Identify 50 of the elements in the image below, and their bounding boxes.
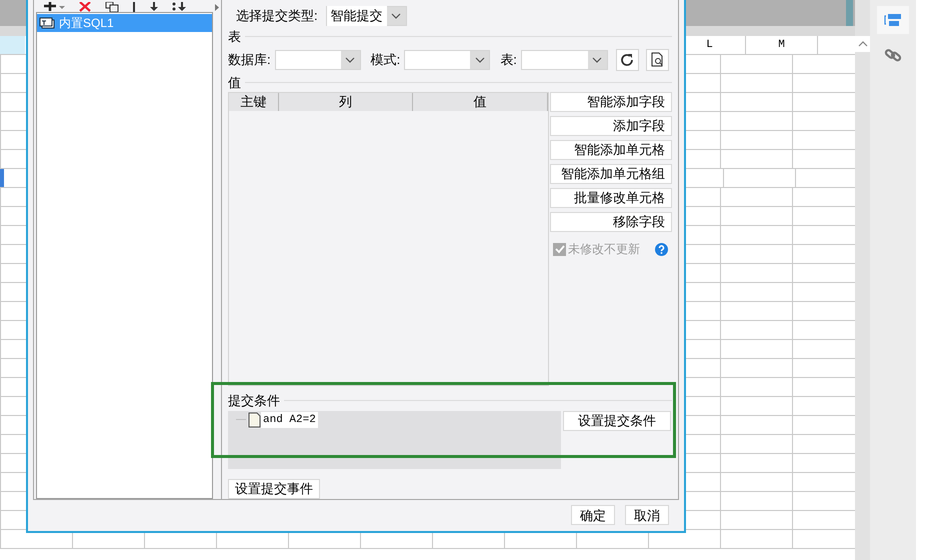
table-icon bbox=[39, 17, 55, 29]
set-condition-button[interactable]: 设置提交条件 bbox=[563, 410, 671, 430]
caret-icon bbox=[474, 56, 485, 62]
panel-icon bbox=[884, 13, 902, 27]
scroll-up-icon[interactable] bbox=[858, 41, 868, 47]
delete-icon[interactable] bbox=[79, 2, 92, 12]
selected-cell[interactable] bbox=[0, 169, 4, 187]
down-arrow-icon[interactable] bbox=[149, 2, 159, 12]
bar-marker bbox=[846, 0, 853, 26]
caret-icon bbox=[391, 13, 402, 19]
copy-icon[interactable] bbox=[105, 2, 119, 12]
checkbox-label: 未修改不更新 bbox=[568, 241, 640, 258]
column-header: 主键 bbox=[229, 93, 279, 111]
column-header: 值 bbox=[413, 93, 548, 111]
highlighted-header-cell bbox=[0, 36, 25, 54]
help-icon[interactable] bbox=[655, 242, 668, 256]
sidebar-tab[interactable] bbox=[877, 6, 909, 34]
field-label: 模式: bbox=[370, 50, 400, 69]
tree-item-label: 内置SQL1 bbox=[59, 15, 114, 32]
document-search-icon bbox=[650, 52, 664, 67]
dropdown-field[interactable] bbox=[404, 50, 490, 70]
section-title: 提交条件 bbox=[228, 392, 280, 410]
section-title: 表 bbox=[228, 28, 241, 46]
splitter-arrow-icon[interactable] bbox=[215, 4, 220, 11]
section-title: 值 bbox=[228, 74, 241, 92]
field-label: 数据库: bbox=[228, 50, 271, 69]
dialog-button[interactable]: 确定 bbox=[571, 505, 615, 526]
column-header: M bbox=[745, 36, 817, 54]
field-label: 选择提交类型: bbox=[236, 7, 318, 26]
dialog-button[interactable]: 取消 bbox=[625, 505, 669, 526]
add-icon[interactable] bbox=[44, 2, 66, 12]
side-button[interactable]: 移除字段 bbox=[550, 212, 672, 232]
dropdown-field[interactable] bbox=[274, 50, 361, 70]
caret-icon bbox=[592, 56, 602, 62]
side-button[interactable]: 批量修改单元格 bbox=[550, 188, 672, 208]
dropdown-field[interactable] bbox=[520, 50, 608, 70]
refresh-icon bbox=[620, 52, 634, 66]
side-button[interactable]: 智能添加单元格组 bbox=[550, 164, 672, 184]
side-button[interactable]: 智能添加字段 bbox=[550, 92, 672, 112]
column-header: 列 bbox=[278, 93, 414, 111]
refresh-button[interactable] bbox=[616, 48, 639, 70]
preview-button[interactable] bbox=[646, 48, 669, 70]
field-label: 表: bbox=[500, 50, 517, 69]
side-button[interactable]: 添加字段 bbox=[550, 116, 672, 136]
set-event-button[interactable]: 设置提交事件 bbox=[228, 478, 320, 498]
side-button[interactable]: 智能添加单元格 bbox=[550, 140, 672, 160]
caret-icon bbox=[345, 56, 356, 62]
dropdown-field[interactable]: 智能提交 bbox=[326, 6, 407, 26]
link-icon[interactable] bbox=[884, 46, 902, 64]
condition-item[interactable]: and A2=2 bbox=[261, 412, 318, 428]
